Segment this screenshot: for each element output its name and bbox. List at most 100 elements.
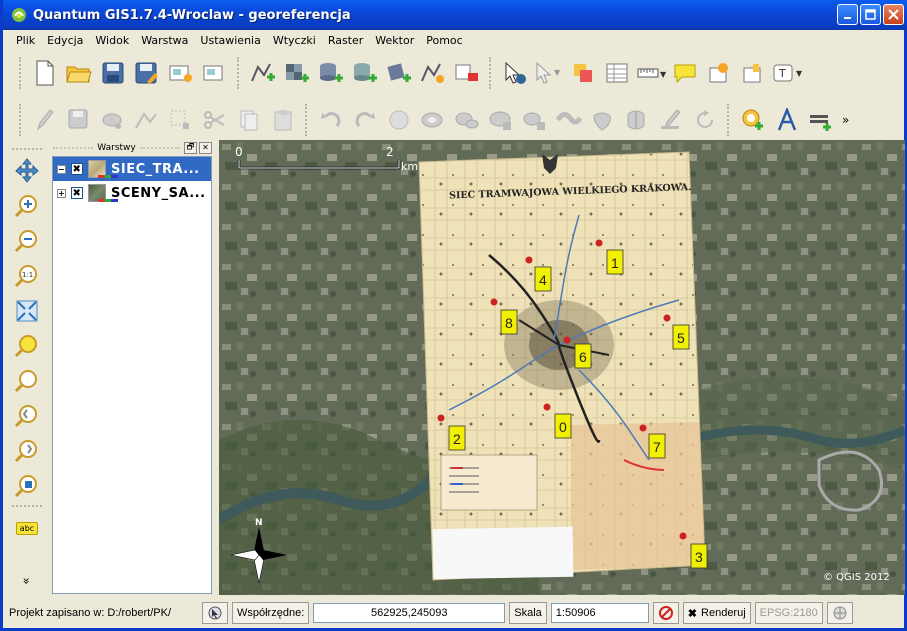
map-marker[interactable]: 3 <box>690 543 708 569</box>
capture-point-button[interactable] <box>98 105 128 135</box>
map-marker[interactable]: 1 <box>606 249 624 275</box>
zoom-to-selection-button[interactable] <box>10 330 44 362</box>
new-bookmark-button[interactable] <box>704 58 734 88</box>
map-marker[interactable]: 6 <box>574 343 592 369</box>
merge-features-button[interactable] <box>622 105 652 135</box>
save-project-button[interactable] <box>98 58 128 88</box>
scale-field[interactable]: 1:50906 <box>550 603 649 623</box>
zoom-in-button[interactable] <box>10 190 44 222</box>
map-tips-button[interactable] <box>670 58 700 88</box>
toolbar-overflow-button[interactable]: » <box>842 113 849 127</box>
composer-manager-button[interactable] <box>200 58 230 88</box>
open-project-button[interactable] <box>64 58 94 88</box>
add-wms-layer-button[interactable] <box>384 58 414 88</box>
menu-raster[interactable]: Raster <box>322 34 369 47</box>
map-marker[interactable]: 4 <box>534 266 552 292</box>
plugin-tool-button[interactable] <box>806 105 836 135</box>
copy-features-button[interactable] <box>234 105 264 135</box>
map-marker[interactable]: 5 <box>672 324 690 350</box>
map-marker[interactable]: 0 <box>554 413 572 439</box>
zoom-to-layer-button[interactable] <box>10 365 44 397</box>
add-vector-layer-button[interactable] <box>248 58 278 88</box>
redo-button[interactable] <box>350 105 380 135</box>
zoom-out-button[interactable] <box>10 225 44 257</box>
menu-plik[interactable]: Plik <box>10 34 41 47</box>
measure-button[interactable]: ▼ <box>636 58 666 88</box>
label-toolbar-button[interactable]: abc <box>10 512 44 544</box>
capture-line-button[interactable] <box>132 105 162 135</box>
layers-panel-header[interactable]: Warstwy 🗗 ✕ <box>50 140 215 155</box>
menu-edycja[interactable]: Edycja <box>41 34 89 47</box>
zoom-last-button[interactable] <box>10 400 44 432</box>
float-panel-button[interactable]: 🗗 <box>184 141 198 154</box>
toolbar-grip[interactable] <box>19 104 23 136</box>
toolbar-grip[interactable] <box>19 57 23 89</box>
new-print-composer-button[interactable] <box>166 58 196 88</box>
paste-features-button[interactable] <box>268 105 298 135</box>
zoom-full-button[interactable] <box>10 295 44 327</box>
undo-button[interactable] <box>316 105 346 135</box>
simplify-feature-button[interactable] <box>384 105 414 135</box>
reshape-features-button[interactable] <box>554 105 584 135</box>
show-bookmarks-button[interactable] <box>738 58 768 88</box>
coordinate-toggle-button[interactable] <box>202 602 228 624</box>
node-tool-button[interactable] <box>656 105 686 135</box>
title-bar[interactable]: Quantum GIS1.7.4-Wroclaw - georeferencja <box>3 0 907 30</box>
save-edits-button[interactable] <box>64 105 94 135</box>
layer-visibility-checkbox[interactable]: ✖ <box>71 187 83 199</box>
layer-row[interactable]: − ✖ SIEC_TRA... <box>53 157 211 181</box>
close-panel-button[interactable]: ✕ <box>199 141 213 154</box>
toolbar-grip[interactable] <box>489 57 493 89</box>
render-toggle[interactable]: ✖ Renderuj <box>682 602 751 624</box>
layer-row[interactable]: + ✖ SCENY_SA... <box>53 181 211 205</box>
coordinates-field[interactable]: 562925,245093 <box>313 603 506 623</box>
menu-warstwa[interactable]: Warstwa <box>135 34 194 47</box>
georeferencer-button[interactable] <box>738 105 768 135</box>
label-tool-button[interactable] <box>772 105 802 135</box>
split-features-button[interactable] <box>588 105 618 135</box>
expand-toggle-icon[interactable]: + <box>57 188 66 198</box>
map-marker[interactable]: 8 <box>500 309 518 335</box>
map-marker[interactable]: 7 <box>648 433 666 459</box>
zoom-actual-size-button[interactable]: 1:1 <box>10 260 44 292</box>
render-checkbox[interactable]: ✖ <box>688 607 697 620</box>
map-canvas[interactable]: SIEC TRAMWAJOWA WIELKIEGO KRAKOWA. 1 4 8… <box>219 140 905 595</box>
rotate-symbols-button[interactable] <box>690 105 720 135</box>
remove-layer-button[interactable] <box>452 58 482 88</box>
identify-button[interactable] <box>500 58 530 88</box>
toolbar-grip[interactable] <box>727 104 731 136</box>
toolbar-grip[interactable] <box>237 57 241 89</box>
toolbar-expand-button[interactable]: » <box>20 577 34 584</box>
close-button[interactable] <box>883 4 904 25</box>
cut-features-button[interactable] <box>200 105 230 135</box>
new-project-button[interactable] <box>30 58 60 88</box>
pan-button[interactable] <box>10 155 44 187</box>
projection-button[interactable] <box>826 602 853 624</box>
menu-widok[interactable]: Widok <box>89 34 135 47</box>
text-annotation-button[interactable]: T ▼ <box>772 58 802 88</box>
zoom-next-button[interactable] <box>10 435 44 467</box>
menu-wektor[interactable]: Wektor <box>369 34 420 47</box>
add-ring-button[interactable] <box>418 105 448 135</box>
add-raster-layer-button[interactable] <box>282 58 312 88</box>
add-part-button[interactable] <box>452 105 482 135</box>
toggle-editing-button[interactable] <box>30 105 60 135</box>
new-vector-layer-button[interactable] <box>418 58 448 88</box>
attribute-table-button[interactable] <box>602 58 632 88</box>
crs-button[interactable]: EPSG:2180 <box>754 602 823 624</box>
refresh-button[interactable] <box>10 470 44 502</box>
layer-visibility-checkbox[interactable]: ✖ <box>71 163 83 175</box>
toolbar-grip[interactable] <box>12 505 42 509</box>
maximize-button[interactable] <box>860 4 881 25</box>
menu-wtyczki[interactable]: Wtyczki <box>267 34 322 47</box>
deselect-button[interactable] <box>568 58 598 88</box>
minimize-button[interactable] <box>837 4 858 25</box>
delete-ring-button[interactable] <box>486 105 516 135</box>
collapse-toggle-icon[interactable]: − <box>57 164 66 174</box>
add-spatialite-layer-button[interactable] <box>350 58 380 88</box>
toolbar-grip[interactable] <box>12 148 42 152</box>
map-marker[interactable]: 2 <box>448 425 466 451</box>
delete-part-button[interactable] <box>520 105 550 135</box>
capture-polygon-button[interactable] <box>166 105 196 135</box>
add-postgis-layer-button[interactable] <box>316 58 346 88</box>
